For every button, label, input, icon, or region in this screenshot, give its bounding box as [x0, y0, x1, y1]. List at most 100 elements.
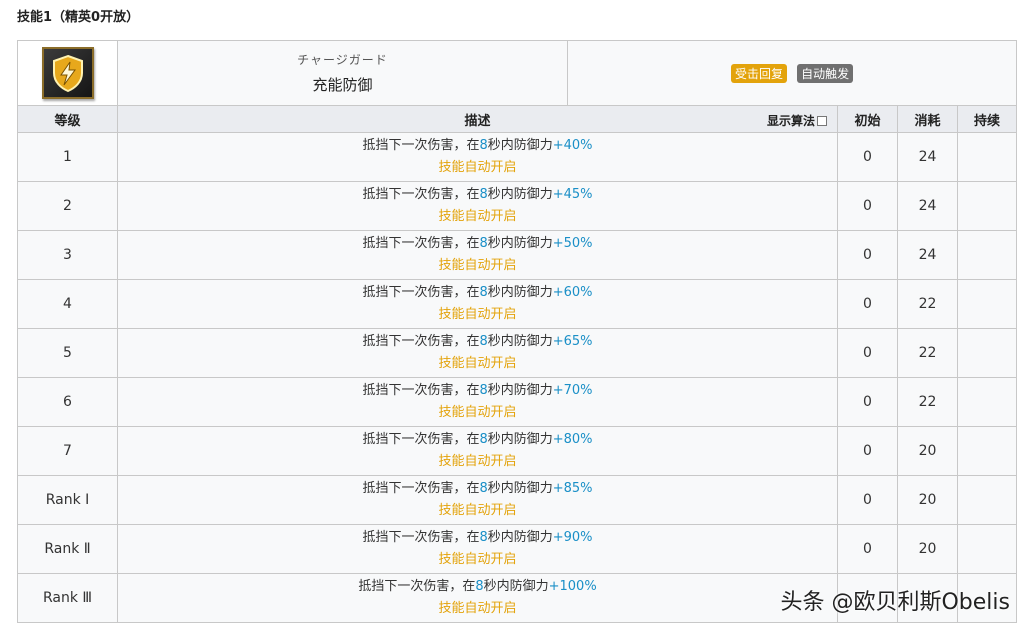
- desc-bonus: +100%: [548, 579, 597, 594]
- duration-cell: [956, 377, 1018, 427]
- section-title: 技能1（精英0开放）: [17, 10, 140, 25]
- desc-cell: 抵挡下一次伤害，在8秒内防御力+80% 技能自动开启: [117, 426, 838, 476]
- level-cell: 4: [17, 279, 118, 329]
- level-cell: 1: [17, 132, 118, 182]
- level-cell: 3: [17, 230, 118, 280]
- desc-auto-start: 技能自动开启: [438, 503, 517, 518]
- desc-bonus: +40%: [552, 138, 593, 153]
- desc-line: 抵挡下一次伤害，在8秒内防御力+70%: [118, 380, 837, 402]
- desc-prefix: 抵挡下一次伤害，在: [362, 530, 480, 545]
- duration-cell: [956, 475, 1018, 525]
- desc-prefix: 抵挡下一次伤害，在: [362, 481, 480, 496]
- tag-auto-trigger: 自动触发: [797, 63, 854, 83]
- desc-auto-start: 技能自动开启: [438, 454, 517, 469]
- desc-line: 抵挡下一次伤害，在8秒内防御力+85%: [118, 478, 837, 500]
- skill-jp-name: チャージガード: [297, 53, 388, 67]
- col-header-desc: 描述 显示算法: [117, 105, 838, 133]
- level-cell: Rank Ⅱ: [17, 524, 118, 574]
- desc-line: 抵挡下一次伤害，在8秒内防御力+100%: [118, 576, 837, 598]
- desc-bonus: +90%: [552, 530, 593, 545]
- initial-cell: 0: [837, 279, 898, 329]
- desc-cell: 抵挡下一次伤害，在8秒内防御力+65% 技能自动开启: [117, 328, 838, 378]
- desc-auto-start: 技能自动开启: [438, 307, 517, 322]
- desc-seconds: 8: [479, 383, 488, 398]
- desc-line: 抵挡下一次伤害，在8秒内防御力+50%: [118, 233, 837, 255]
- desc-seconds: 8: [475, 579, 484, 594]
- level-cell: 7: [17, 426, 118, 476]
- initial-cell: 0: [837, 475, 898, 525]
- initial-cell: 0: [837, 230, 898, 280]
- desc-prefix: 抵挡下一次伤害，在: [362, 285, 480, 300]
- desc-seconds: 8: [479, 138, 488, 153]
- desc-seconds: 8: [479, 530, 488, 545]
- cost-cell: 22: [897, 377, 958, 427]
- duration-cell: [956, 181, 1018, 231]
- desc-middle: 秒内防御力: [487, 481, 553, 496]
- desc-middle: 秒内防御力: [487, 138, 553, 153]
- level-cell: 5: [17, 328, 118, 378]
- table-row: 7 抵挡下一次伤害，在8秒内防御力+80% 技能自动开启 0 20: [17, 426, 1018, 476]
- cost-cell: 20: [897, 524, 958, 574]
- desc-middle: 秒内防御力: [487, 334, 553, 349]
- desc-middle: 秒内防御力: [487, 432, 553, 447]
- desc-cell: 抵挡下一次伤害，在8秒内防御力+45% 技能自动开启: [117, 181, 838, 231]
- skill-table: チャージガード 充能防御 受击回复 自动触发 等级 描述 显示算法 初始 消耗 …: [17, 40, 1018, 623]
- desc-middle: 秒内防御力: [487, 236, 553, 251]
- desc-cell: 抵挡下一次伤害，在8秒内防御力+100% 技能自动开启: [117, 573, 838, 623]
- desc-line: 抵挡下一次伤害，在8秒内防御力+45%: [118, 184, 837, 206]
- desc-seconds: 8: [479, 481, 488, 496]
- duration-cell: [956, 426, 1018, 476]
- show-algorithm-toggle[interactable]: 显示算法: [767, 112, 827, 129]
- desc-cell: 抵挡下一次伤害，在8秒内防御力+40% 技能自动开启: [117, 132, 838, 182]
- initial-cell: 0: [837, 524, 898, 574]
- cost-cell: 20: [897, 426, 958, 476]
- table-row: 4 抵挡下一次伤害，在8秒内防御力+60% 技能自动开启 0 22: [17, 279, 1018, 329]
- show-algorithm-checkbox[interactable]: [817, 115, 827, 126]
- desc-seconds: 8: [479, 285, 488, 300]
- desc-middle: 秒内防御力: [487, 530, 553, 545]
- desc-middle: 秒内防御力: [487, 187, 553, 202]
- cost-cell: 24: [897, 132, 958, 182]
- skill-tags-cell: 受击回复 自动触发: [566, 40, 1018, 106]
- desc-auto-start: 技能自动开启: [438, 258, 517, 273]
- desc-cell: 抵挡下一次伤害，在8秒内防御力+85% 技能自动开启: [117, 475, 838, 525]
- duration-cell: [956, 524, 1018, 574]
- table-row: Rank Ⅰ 抵挡下一次伤害，在8秒内防御力+85% 技能自动开启 0 20: [17, 475, 1018, 525]
- cost-cell: 22: [897, 279, 958, 329]
- shield-bolt-icon: [41, 47, 94, 99]
- table-row: 1 抵挡下一次伤害，在8秒内防御力+40% 技能自动开启 0 24: [17, 132, 1018, 182]
- table-row: 6 抵挡下一次伤害，在8秒内防御力+70% 技能自动开启 0 22: [17, 377, 1018, 427]
- desc-bonus: +85%: [552, 481, 593, 496]
- desc-cell: 抵挡下一次伤害，在8秒内防御力+50% 技能自动开启: [117, 230, 838, 280]
- col-header-level: 等级: [17, 105, 118, 133]
- desc-seconds: 8: [479, 432, 488, 447]
- desc-auto-start: 技能自动开启: [438, 160, 517, 175]
- initial-cell: 0: [837, 426, 898, 476]
- duration-cell: [956, 132, 1018, 182]
- cost-cell: 20: [897, 475, 958, 525]
- cost-cell: 24: [897, 181, 958, 231]
- desc-bonus: +65%: [552, 334, 593, 349]
- desc-cell: 抵挡下一次伤害，在8秒内防御力+70% 技能自动开启: [117, 377, 838, 427]
- duration-cell: [956, 230, 1018, 280]
- skill-cn-name: 充能防御: [312, 76, 373, 94]
- desc-prefix: 抵挡下一次伤害，在: [362, 187, 480, 202]
- desc-auto-start: 技能自动开启: [438, 209, 517, 224]
- desc-line: 抵挡下一次伤害，在8秒内防御力+90%: [118, 527, 837, 549]
- desc-seconds: 8: [479, 236, 488, 251]
- desc-prefix: 抵挡下一次伤害，在: [362, 432, 480, 447]
- desc-auto-start: 技能自动开启: [438, 552, 517, 567]
- desc-bonus: +80%: [552, 432, 593, 447]
- desc-auto-start: 技能自动开启: [438, 601, 517, 616]
- level-cell: Rank Ⅲ: [17, 573, 118, 623]
- desc-cell: 抵挡下一次伤害，在8秒内防御力+60% 技能自动开启: [117, 279, 838, 329]
- desc-prefix: 抵挡下一次伤害，在: [362, 138, 480, 153]
- initial-cell: 0: [837, 181, 898, 231]
- table-row: 2 抵挡下一次伤害，在8秒内防御力+45% 技能自动开启 0 24: [17, 181, 1018, 231]
- level-cell: Rank Ⅰ: [17, 475, 118, 525]
- desc-middle: 秒内防御力: [487, 383, 553, 398]
- desc-bonus: +70%: [552, 383, 593, 398]
- desc-seconds: 8: [479, 187, 488, 202]
- desc-line: 抵挡下一次伤害，在8秒内防御力+80%: [118, 429, 837, 451]
- table-row: 5 抵挡下一次伤害，在8秒内防御力+65% 技能自动开启 0 22: [17, 328, 1018, 378]
